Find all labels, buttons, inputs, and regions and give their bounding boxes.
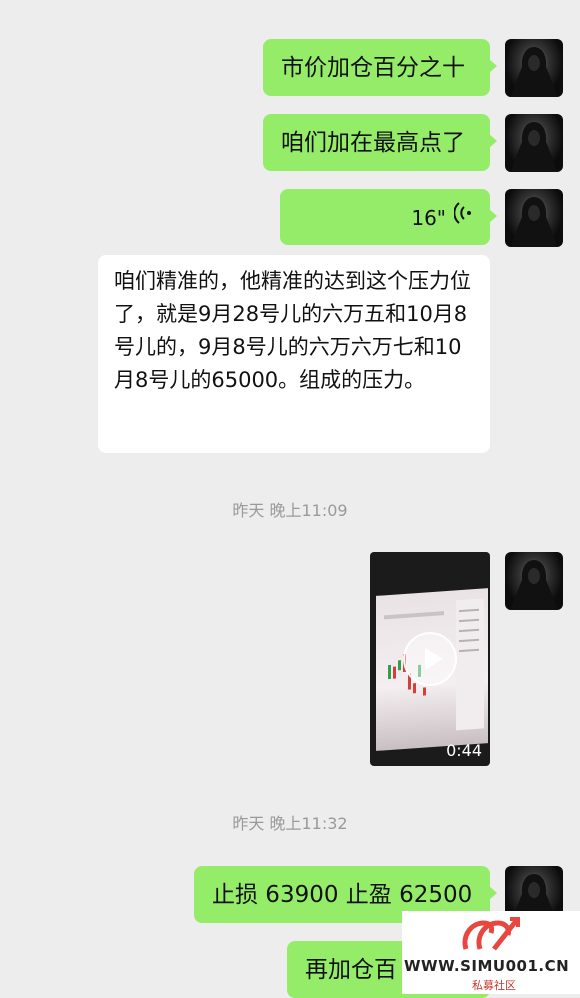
chat-bubble-self[interactable]: 咱们加在最高点了 xyxy=(263,114,497,171)
avatar[interactable] xyxy=(505,39,563,97)
voice-message-bubble[interactable]: 16" xyxy=(280,189,497,245)
avatar[interactable] xyxy=(505,552,563,610)
voice-wave-icon xyxy=(453,201,472,235)
video-message[interactable]: 0:44 xyxy=(370,552,490,766)
play-icon[interactable] xyxy=(403,632,457,686)
video-duration: 0:44 xyxy=(446,741,482,760)
logo-icon xyxy=(460,915,522,959)
voice-duration: 16" xyxy=(411,206,446,230)
chat-bubble-self[interactable]: 市价加仓百分之十 xyxy=(263,39,497,96)
chat-bubble-other[interactable]: 咱们精准的，他精准的达到这个压力位了，就是9月28号儿的六万五和10月8号儿的，… xyxy=(98,255,490,453)
avatar[interactable] xyxy=(505,114,563,172)
timestamp: 昨天 晚上11:32 xyxy=(232,814,348,833)
message-text: 再加仓百 xyxy=(305,957,397,983)
watermark-url: WWW.SIMU001.CN xyxy=(404,957,570,975)
timestamp: 昨天 晚上11:09 xyxy=(232,501,348,520)
message-text: 咱们加在最高点了 xyxy=(281,130,465,156)
message-text: 咱们精准的，他精准的达到这个压力位了，就是9月28号儿的六万五和10月8号儿的，… xyxy=(114,269,471,392)
message-text: 止损 63900 止盈 62500 xyxy=(212,882,473,908)
watermark-subtitle: 私募社区 xyxy=(472,979,516,992)
avatar[interactable] xyxy=(505,189,563,247)
message-text: 市价加仓百分之十 xyxy=(281,55,465,81)
watermark: WWW.SIMU001.CN 私募社区 xyxy=(402,911,580,994)
